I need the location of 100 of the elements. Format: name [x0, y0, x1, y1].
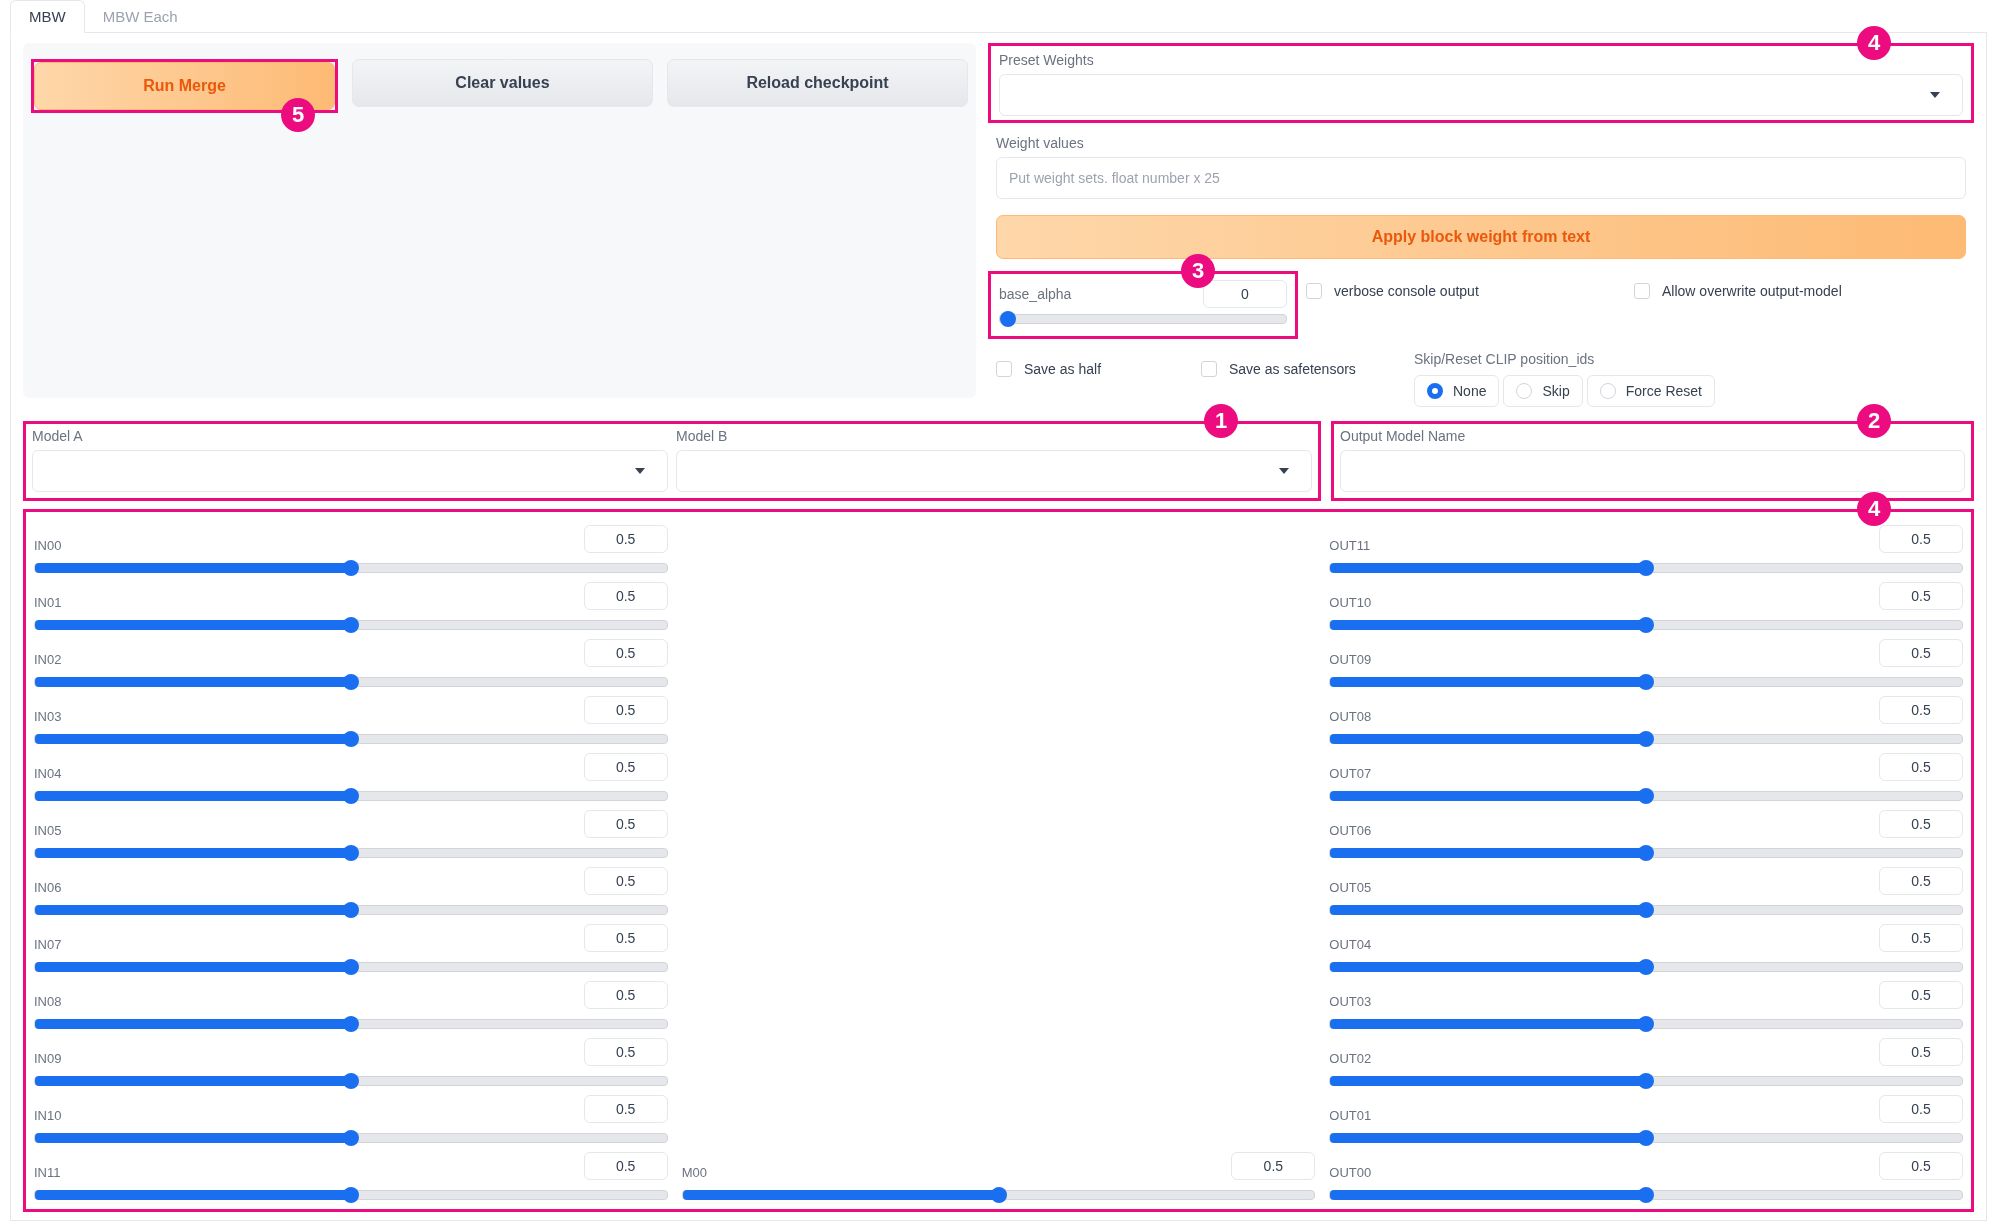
number-input[interactable]: 0.5 [1879, 524, 1963, 553]
slider-handle[interactable] [342, 673, 359, 690]
group-label: Skip/Reset CLIP position_ids [1414, 351, 1596, 367]
slider[interactable] [34, 961, 668, 972]
slider-handle[interactable] [1638, 901, 1655, 918]
number-input[interactable]: 0.5 [583, 1151, 668, 1180]
slider[interactable] [1329, 1018, 1963, 1029]
slider-handle[interactable] [342, 730, 359, 747]
checkbox-label: Save as half [1024, 361, 1102, 377]
slider[interactable] [34, 847, 668, 858]
slider[interactable] [1329, 904, 1963, 915]
number-input[interactable]: 0.5 [1879, 581, 1963, 610]
slider[interactable] [1329, 961, 1963, 972]
number-input[interactable]: 0.5 [1879, 866, 1963, 895]
slider[interactable] [34, 1018, 668, 1029]
slider[interactable] [1329, 847, 1963, 858]
number-input[interactable]: 0.5 [1879, 923, 1963, 952]
slider[interactable] [1329, 1189, 1963, 1200]
action-button[interactable]: Clear values [352, 59, 653, 107]
slider[interactable] [1329, 1075, 1963, 1086]
slider-handle[interactable] [342, 958, 359, 975]
number-input[interactable]: 0.5 [1231, 1151, 1316, 1180]
slider[interactable] [999, 314, 1287, 324]
number-input[interactable]: 0.5 [583, 809, 668, 838]
slider-handle[interactable] [342, 559, 359, 576]
radio-option[interactable]: None [1414, 375, 1500, 407]
slider-handle[interactable] [1638, 1186, 1655, 1203]
number-input[interactable]: 0.5 [583, 581, 668, 610]
slider-handle[interactable] [342, 1015, 359, 1032]
slider[interactable] [1329, 733, 1963, 744]
radio-button[interactable] [1427, 383, 1443, 399]
slider-handle[interactable] [342, 1186, 359, 1203]
input-field[interactable]: Put weight sets. float number x 25 [996, 157, 1966, 199]
number-input[interactable]: 0.5 [583, 1037, 668, 1066]
slider[interactable] [34, 1075, 668, 1086]
checkbox[interactable] [1306, 283, 1322, 299]
slider-handle[interactable] [1638, 1015, 1655, 1032]
checkbox[interactable] [1634, 283, 1650, 299]
number-input[interactable]: 0.5 [583, 695, 668, 724]
slider[interactable] [34, 1132, 668, 1143]
action-button[interactable]: Reload checkpoint [667, 59, 968, 107]
slider[interactable] [1329, 619, 1963, 630]
number-input[interactable]: 0.5 [583, 638, 668, 667]
tab[interactable]: MBW [10, 0, 85, 33]
slider[interactable] [1329, 676, 1963, 687]
slider-handle[interactable] [1638, 1129, 1655, 1146]
number-input[interactable]: 0.5 [1879, 752, 1963, 781]
number-input[interactable]: 0.5 [583, 524, 668, 553]
slider-label: OUT11 [1329, 537, 1371, 553]
slider-handle[interactable] [1638, 730, 1655, 747]
slider-label: IN11 [34, 1164, 61, 1180]
number-input[interactable]: 0.5 [583, 866, 668, 895]
slider-label: M00 [681, 1164, 707, 1180]
slider[interactable] [1329, 562, 1963, 573]
field-label: Preset Weights [999, 52, 1094, 68]
radio-option[interactable]: Skip [1503, 375, 1583, 407]
slider-handle[interactable] [1638, 787, 1655, 804]
slider-handle[interactable] [990, 1186, 1007, 1203]
slider-handle[interactable] [342, 901, 359, 918]
slider-handle[interactable] [342, 1129, 359, 1146]
slider[interactable] [1329, 790, 1963, 801]
slider-handle[interactable] [342, 616, 359, 633]
slider-handle[interactable] [1638, 1072, 1655, 1089]
number-input[interactable]: 0.5 [583, 752, 668, 781]
number-input[interactable]: 0.5 [1879, 1037, 1963, 1066]
number-input[interactable]: 0.5 [583, 923, 668, 952]
slider[interactable] [34, 1189, 668, 1200]
slider-handle[interactable] [1638, 616, 1655, 633]
number-input[interactable]: 0.5 [1879, 980, 1963, 1009]
number-input[interactable]: 0.5 [583, 980, 668, 1009]
checkbox[interactable] [1201, 361, 1217, 377]
number-input[interactable]: 0.5 [1879, 695, 1963, 724]
slider[interactable] [34, 676, 668, 687]
slider[interactable] [34, 790, 668, 801]
slider[interactable] [34, 619, 668, 630]
number-input[interactable]: 0.5 [583, 1094, 668, 1123]
slider-handle[interactable] [1638, 844, 1655, 861]
slider-handle[interactable] [342, 844, 359, 861]
number-input[interactable]: 0.5 [1879, 1094, 1963, 1123]
radio-option[interactable]: Force Reset [1586, 375, 1715, 407]
input-field[interactable] [1340, 450, 1965, 492]
slider[interactable] [34, 562, 668, 573]
slider-label: OUT03 [1329, 993, 1372, 1009]
slider-handle[interactable] [1638, 673, 1655, 690]
slider[interactable] [34, 904, 668, 915]
number-badge: 4 [1857, 492, 1891, 526]
slider[interactable] [1329, 1132, 1963, 1143]
slider-handle[interactable] [1638, 958, 1655, 975]
slider-handle[interactable] [1638, 559, 1655, 576]
slider[interactable] [34, 733, 668, 744]
slider[interactable] [681, 1189, 1316, 1200]
slider-handle[interactable] [1000, 311, 1016, 327]
slider-handle[interactable] [342, 787, 359, 804]
number-input[interactable]: 0.5 [1879, 638, 1963, 667]
number-input[interactable]: 0.5 [1879, 809, 1963, 838]
number-badge: 5 [281, 98, 315, 132]
slider-handle[interactable] [342, 1072, 359, 1089]
checkbox[interactable] [996, 361, 1012, 377]
number-input[interactable]: 0.5 [1879, 1151, 1963, 1180]
number-input[interactable]: 0 [1203, 280, 1287, 308]
